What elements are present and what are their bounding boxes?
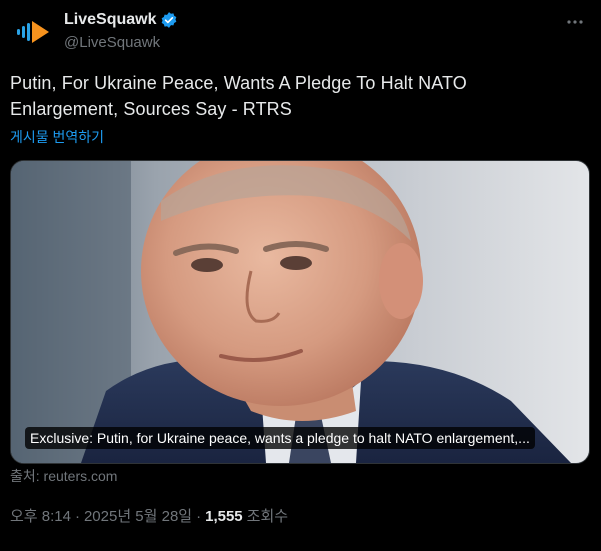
views-label: 조회수	[246, 508, 289, 525]
tweet-time[interactable]: 오후 8:14	[10, 507, 71, 527]
author-name[interactable]: LiveSquawk	[64, 10, 178, 30]
separator: ·	[74, 508, 80, 525]
tweet-text: Putin, For Ukraine Peace, Wants A Pledge…	[10, 73, 467, 119]
more-horizontal-icon	[567, 20, 583, 24]
author-handle[interactable]: @LiveSquawk	[64, 33, 160, 53]
card-caption: Exclusive: Putin, for Ukraine peace, wan…	[25, 427, 535, 449]
avatar[interactable]	[10, 10, 54, 54]
tweet-date[interactable]: 2025년 5월 28일	[84, 507, 192, 527]
separator: ·	[196, 508, 202, 525]
livesquawk-logo-icon	[17, 21, 49, 43]
more-button[interactable]	[563, 10, 587, 34]
tweet-meta: 오후 8:14 · 2025년 5월 28일 · 1,555 조회수	[10, 507, 288, 527]
tweet: LiveSquawk @LiveSquawk Putin, For Ukrain…	[0, 0, 601, 551]
link-card[interactable]: Exclusive: Putin, for Ukraine peace, wan…	[10, 160, 590, 464]
card-source[interactable]: 출처: reuters.com	[10, 467, 117, 485]
views-count: 1,555	[205, 508, 243, 525]
article-image	[11, 161, 589, 463]
translate-post-link[interactable]: 게시물 번역하기	[10, 128, 104, 146]
verified-badge-icon	[160, 11, 178, 29]
author-name-text: LiveSquawk	[64, 11, 157, 28]
